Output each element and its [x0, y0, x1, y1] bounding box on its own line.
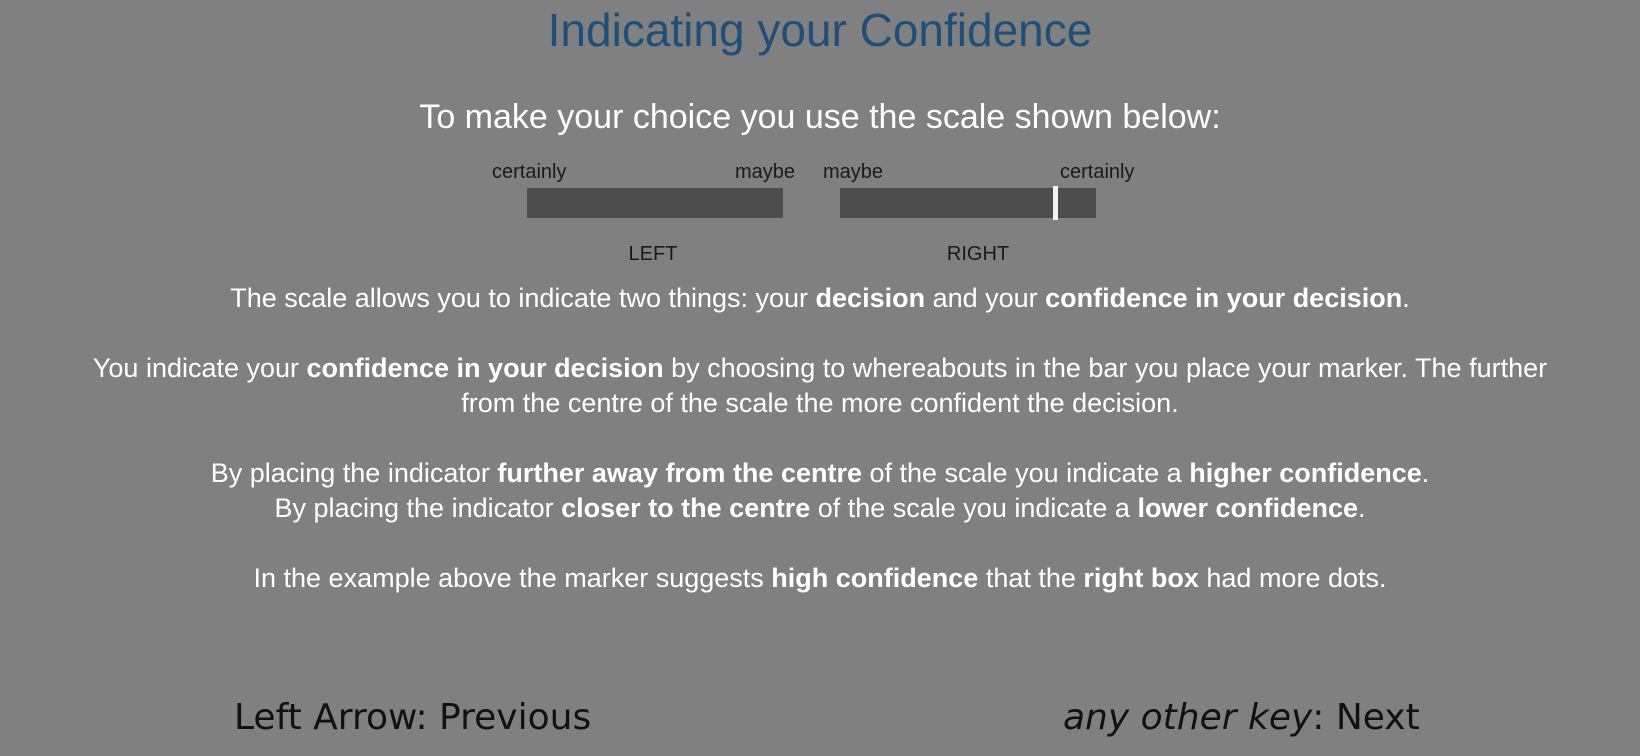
instruction-paragraph-2: You indicate your confidence in your dec… [0, 351, 1640, 421]
right-confidence-bar[interactable] [840, 188, 1096, 218]
right-maybe-label: maybe [823, 161, 884, 183]
text-run: . [1402, 283, 1410, 313]
text-run: . [1358, 493, 1366, 523]
left-maybe-label: maybe [735, 161, 796, 183]
scale-instruction: To make your choice you use the scale sh… [419, 98, 1221, 136]
bold-text: further away from the centre [497, 458, 862, 488]
left-side-label: LEFT [628, 243, 678, 265]
instruction-paragraph-4: By placing the indicator closer to the c… [0, 491, 1640, 526]
right-certainly-label: certainly [1060, 161, 1135, 183]
text-run: of the scale you indicate a [861, 458, 1190, 488]
confidence-marker[interactable] [1052, 186, 1058, 220]
text-run: . [1421, 458, 1430, 488]
page-title: Indicating your Confidence [547, 4, 1093, 56]
previous-key-label: Left Arrow [234, 697, 416, 738]
text-run: from the centre of the scale the more co… [461, 388, 1179, 418]
previous-action-label: : Previous [415, 697, 592, 738]
previous-hint: Left Arrow: Previous [234, 694, 591, 742]
instruction-paragraph-1: The scale allows you to indicate two thi… [0, 281, 1640, 316]
text-run: of the scale you indicate a [810, 493, 1138, 523]
text-run: that the [978, 563, 1084, 593]
bold-text: right box [1083, 563, 1199, 593]
bold-text: confidence in your decision [1045, 283, 1403, 313]
bold-text: lower confidence [1137, 493, 1358, 523]
text-run: In the example above the marker suggests [253, 563, 772, 593]
bold-text: closer to the centre [561, 493, 811, 523]
instruction-paragraph-3: By placing the indicator further away fr… [0, 456, 1640, 491]
next-hint: any other key: Next [1063, 694, 1420, 742]
text-run: by choosing to whereabouts in the bar yo… [663, 353, 1548, 383]
text-run: By placing the indicator [210, 458, 498, 488]
text-run: By placing the indicator [274, 493, 562, 523]
left-certainly-label: certainly [492, 161, 567, 183]
bold-text: higher confidence [1189, 458, 1422, 488]
left-confidence-bar[interactable] [527, 188, 783, 218]
instruction-paragraph-5: In the example above the marker suggests… [0, 561, 1640, 596]
next-action-label: : Next [1312, 697, 1420, 738]
right-side-label: RIGHT [946, 243, 1010, 265]
text-run: and your [925, 283, 1046, 313]
text-run: had more dots. [1198, 563, 1387, 593]
bold-text: confidence in your decision [306, 353, 664, 383]
bold-text: decision [815, 283, 926, 313]
next-key-label: any other key [1063, 697, 1313, 738]
text-run: The scale allows you to indicate two thi… [230, 283, 816, 313]
bold-text: high confidence [771, 563, 979, 593]
text-run: You indicate your [92, 353, 307, 383]
